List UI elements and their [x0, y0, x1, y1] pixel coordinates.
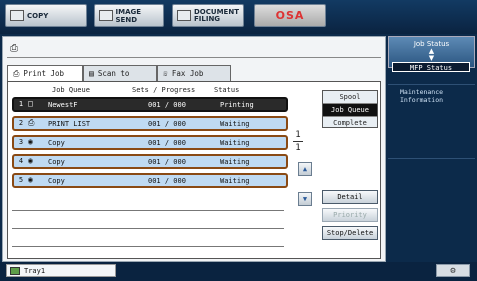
header-job-queue: Job Queue [52, 86, 90, 94]
header-sets-progress: Sets / Progress [132, 86, 196, 94]
document-filing-icon [177, 10, 191, 21]
job-name: PRINT LIST [48, 120, 91, 128]
empty-row [12, 228, 284, 229]
job-status: Waiting [220, 120, 250, 128]
copy-job-icon: ◉ [28, 156, 33, 165]
osa-label: OSA [275, 9, 305, 22]
copy-mode-button[interactable]: COPY [5, 4, 87, 27]
tab-print-job-label: Print Job [23, 69, 65, 78]
fax-icon: ☏ [163, 69, 168, 78]
scanner-icon: ▤ [89, 69, 94, 78]
tray-label: Tray1 [24, 266, 46, 275]
page-divider [293, 141, 303, 142]
copier-screen: COPY IMAGE SEND DOCUMENT FILING OSA ⎙ ⎙ … [0, 0, 477, 281]
job-number: 1 [18, 100, 24, 108]
copy-label: COPY [27, 11, 49, 20]
job-name: Copy [48, 158, 65, 166]
job-name: Copy [48, 139, 65, 147]
job-queue-button[interactable]: Job Queue [323, 104, 377, 117]
arrow-down-icon[interactable]: ▼ [298, 192, 312, 206]
mfp-status-key[interactable]: MFP Status [392, 62, 470, 72]
maintenance-line1: Maintenance [400, 88, 444, 96]
tab-fax-job[interactable]: ☏ Fax Job [157, 65, 231, 81]
job-name: NewestF [48, 101, 78, 109]
document-filing-button[interactable]: DOCUMENT FILING [172, 4, 244, 27]
mode-bar: COPY IMAGE SEND DOCUMENT FILING OSA [0, 0, 477, 34]
tray-status: Tray1 [6, 264, 116, 277]
print-job-icon: ⎙ [28, 118, 35, 127]
right-divider [388, 84, 475, 85]
maintenance-information[interactable]: Maintenance Information [400, 88, 472, 104]
header-status: Status [214, 86, 240, 94]
copy-job-icon: ◉ [28, 175, 33, 184]
complete-button[interactable]: Complete [323, 117, 377, 129]
detail-button[interactable]: Detail [322, 190, 378, 204]
stop-delete-button[interactable]: Stop/Delete [322, 226, 378, 240]
page-indicator: 1 1 [292, 130, 304, 153]
copy-icon [10, 10, 24, 21]
image-send-label: IMAGE SEND [115, 7, 142, 24]
job-name: Copy [48, 177, 65, 185]
arrow-up-icon[interactable]: ▲ [298, 162, 312, 176]
job-row[interactable]: 4 ◉ Copy 001 / 000 Waiting [12, 154, 288, 169]
job-status: Printing [220, 101, 254, 109]
empty-row [12, 246, 284, 247]
tab-fax-job-label: Fax Job [171, 69, 204, 78]
job-sets: 001 / 000 [148, 158, 186, 166]
job-list: Job Queue Sets / Progress Status 1 □ New… [7, 81, 381, 259]
empty-row [12, 210, 284, 211]
job-status: Waiting [220, 177, 250, 185]
gear-icon[interactable]: ⚙ [436, 264, 470, 277]
job-row[interactable]: 3 ◉ Copy 001 / 000 Waiting [12, 135, 288, 150]
job-status-panel: ⎙ ⎙ Print Job ▤ Scan to ☏ Fax Job Job Qu… [2, 36, 386, 262]
job-status: Waiting [220, 158, 250, 166]
job-row[interactable]: 5 ◉ Copy 001 / 000 Waiting [12, 173, 288, 188]
message-row: ⎙ [7, 41, 381, 58]
page-current: 1 [295, 130, 301, 140]
job-status: Waiting [220, 139, 250, 147]
page-total: 1 [295, 143, 301, 153]
job-sets: 001 / 000 [148, 120, 186, 128]
document-filing-label: DOCUMENT FILING [194, 8, 239, 23]
image-send-icon [99, 10, 113, 21]
job-number: 5 [18, 176, 24, 184]
tab-scan-to-label: Scan to [97, 69, 130, 78]
tray-icon [10, 266, 20, 275]
queue-selector: Spool Job Queue Complete [322, 90, 378, 128]
job-number: 3 [18, 138, 24, 146]
file-icon: □ [28, 99, 33, 108]
printer-icon: ⎙ [13, 68, 20, 78]
document-filing-label-line2: FILING [194, 14, 221, 23]
priority-button[interactable]: Priority [322, 208, 378, 222]
tab-scan-to[interactable]: ▤ Scan to [83, 65, 157, 81]
osa-button[interactable]: OSA [254, 4, 326, 27]
job-sets: 001 / 000 [148, 101, 186, 109]
job-row[interactable]: 2 ⎙ PRINT LIST 001 / 000 Waiting [12, 116, 288, 131]
maintenance-line2: Information [400, 96, 444, 104]
image-send-button[interactable]: IMAGE SEND [94, 4, 164, 27]
right-divider [388, 158, 475, 159]
job-row[interactable]: 1 □ NewestF 001 / 000 Printing [12, 97, 288, 112]
job-number: 2 [18, 119, 24, 127]
job-number: 4 [18, 157, 24, 165]
switch-icon: ▲ ▼ [428, 47, 435, 62]
job-sets: 001 / 000 [148, 177, 186, 185]
spool-button[interactable]: Spool [323, 91, 377, 104]
job-sets: 001 / 000 [148, 139, 186, 147]
printer-icon: ⎙ [10, 43, 18, 54]
tab-print-job[interactable]: ⎙ Print Job [7, 65, 83, 81]
copy-job-icon: ◉ [28, 137, 33, 146]
